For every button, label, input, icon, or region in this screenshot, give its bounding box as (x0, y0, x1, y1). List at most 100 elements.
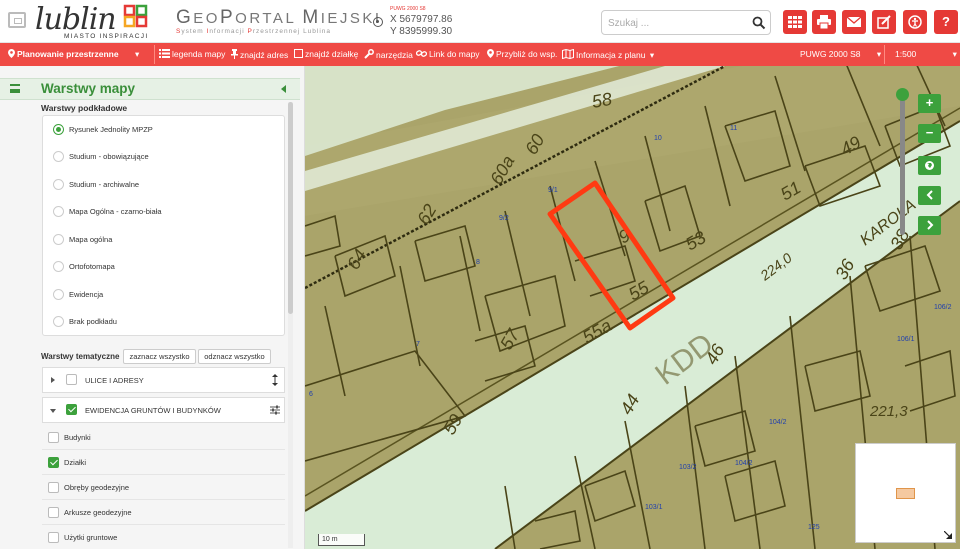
select-all-button[interactable]: zaznacz wszystko (123, 349, 196, 364)
parcel-number: 103/1 (645, 504, 663, 511)
layer-group-cadastre[interactable]: EWIDENCJA GRUNTÓW I BUDYNKÓW (42, 397, 285, 423)
checkbox[interactable] (48, 482, 59, 493)
layer-group-streets[interactable]: ULICE I ADRESY (42, 367, 285, 393)
sort-arrows-icon[interactable] (270, 374, 280, 386)
crosshair-icon[interactable] (373, 17, 383, 27)
settings-sliders-icon[interactable] (270, 404, 280, 416)
city-logo[interactable]: lublin MIASTO INSPIRACJI (35, 2, 155, 42)
collapse-left-icon[interactable] (281, 85, 286, 93)
base-layer-option[interactable]: Mapa ogólna (43, 226, 286, 253)
search-box (601, 10, 771, 35)
expand-triangle-icon[interactable] (51, 377, 55, 383)
hamburger-menu-icon[interactable] (10, 84, 20, 93)
radio[interactable] (53, 261, 64, 272)
layer-item[interactable]: Działki (42, 450, 285, 475)
base-layer-option[interactable]: Ewidencja (43, 281, 286, 308)
legend-button[interactable]: legenda mapy (159, 49, 225, 59)
crs-dropdown[interactable]: PUWG 2000 S8 ▾ (800, 49, 881, 60)
pushpin-icon (231, 49, 238, 59)
find-parcel-button[interactable]: znajdź działkę (294, 49, 358, 59)
list-icon (159, 49, 170, 58)
radio-selected[interactable] (53, 124, 64, 135)
coord-x: X 5679797.86 (390, 14, 453, 25)
apps-button[interactable] (783, 10, 807, 34)
chevron-left-icon (926, 190, 933, 200)
thematic-layers-heading: Warstwy tematyczne (41, 352, 120, 361)
checkbox-checked[interactable] (66, 404, 77, 415)
base-layer-option[interactable]: Mapa Ogólna - czarno-biała (43, 198, 286, 225)
elevation-label: 221,3 (869, 403, 908, 420)
base-layer-option[interactable]: Studium - obowiązujące (43, 143, 286, 170)
radio[interactable] (53, 234, 64, 245)
toolbar-divider (884, 45, 885, 64)
expand-arrow-icon[interactable] (944, 531, 952, 539)
radio[interactable] (53, 151, 64, 162)
base-layer-label: Ortofotomapa (69, 262, 115, 271)
radio[interactable] (53, 206, 64, 217)
tools-label: narzędzia (376, 50, 413, 60)
globe-icon (925, 161, 934, 170)
base-layer-option[interactable]: Ortofotomapa (43, 253, 286, 280)
checkbox[interactable] (48, 532, 59, 543)
scrollbar-thumb[interactable] (288, 102, 293, 314)
search-input[interactable] (608, 15, 748, 31)
zoom-in-button[interactable]: + (918, 94, 941, 113)
zoom-out-button[interactable]: − (918, 124, 941, 143)
square-outline-icon (294, 49, 303, 58)
collapse-triangle-icon[interactable] (50, 409, 56, 413)
checkbox[interactable] (66, 374, 77, 385)
zoom-to-coords-button[interactable]: Przybliż do wsp. (487, 49, 557, 59)
logo-tagline: MIASTO INSPIRACJI (64, 33, 149, 40)
search-icon[interactable] (752, 16, 766, 30)
base-layer-label: Brak podkładu (69, 317, 117, 326)
help-icon: ? (942, 14, 950, 29)
radio[interactable] (53, 316, 64, 327)
find-address-button[interactable]: znajdź adres (231, 49, 288, 60)
portal-title-initial-p: P (219, 7, 236, 28)
collapse-panel-button[interactable] (8, 12, 26, 28)
zoom-slider-track[interactable] (900, 97, 905, 235)
globe-button[interactable] (918, 156, 941, 175)
print-button[interactable] (812, 10, 836, 34)
chevron-down-icon: ▾ (649, 50, 655, 60)
base-layer-label: Rysunek Jednolity MPZP (69, 125, 153, 134)
layer-item[interactable]: Budynki (42, 425, 285, 450)
layers-panel: Warstwy mapy Warstwy podkładowe Rysunek … (0, 66, 305, 549)
base-layer-option[interactable]: Rysunek Jednolity MPZP (43, 116, 286, 143)
base-layer-option[interactable]: Brak podkładu (43, 308, 286, 335)
deselect-all-button[interactable]: odznacz wszystko (198, 349, 271, 364)
radio[interactable] (53, 179, 64, 190)
radio[interactable] (53, 289, 64, 300)
tools-button[interactable]: narzędzia (364, 49, 413, 60)
layer-label: Arkusze geodezyjne (64, 508, 132, 517)
subtitle-part: rzestrzennej (252, 28, 304, 35)
scale-dropdown[interactable]: 1:500 ▾ (895, 49, 957, 60)
overview-map[interactable] (855, 443, 956, 543)
wrench-icon (364, 49, 374, 59)
checkbox-checked[interactable] (48, 457, 59, 468)
portal-title-part: IEJSKI (320, 10, 382, 27)
base-layer-option[interactable]: Studium - archiwalne (43, 171, 286, 198)
plan-info-dropdown[interactable]: Informacja z planu ▾ (562, 49, 654, 61)
chevron-down-icon: ▾ (876, 49, 882, 59)
mode-dropdown[interactable]: Planowanie przestrzenne ▾ (8, 49, 139, 60)
layers-panel-header: Warstwy mapy (0, 78, 300, 100)
map-link-button[interactable]: Link do mapy (416, 49, 480, 59)
accessibility-button[interactable] (903, 10, 927, 34)
base-layer-label: Ewidencja (69, 290, 104, 299)
layer-item[interactable]: Arkusze geodezyjne (42, 500, 285, 525)
layer-item[interactable]: Użytki gruntowe (42, 525, 285, 549)
next-view-button[interactable] (918, 216, 941, 235)
edit-button[interactable] (872, 10, 896, 34)
zoom-to-coords-label: Przybliż do wsp. (496, 49, 558, 59)
help-button[interactable]: ? (934, 10, 958, 34)
header: lublin MIASTO INSPIRACJI GEOPORTAL MIEJS… (0, 0, 960, 43)
zoom-slider-handle[interactable] (896, 88, 909, 101)
mail-button[interactable] (842, 10, 866, 34)
plan-info-label: Informacja z planu (576, 50, 646, 60)
checkbox[interactable] (48, 507, 59, 518)
checkbox[interactable] (48, 432, 59, 443)
previous-view-button[interactable] (918, 186, 941, 205)
overview-extent-box[interactable] (896, 488, 915, 499)
layer-item[interactable]: Obręby geodezyjne (42, 475, 285, 500)
